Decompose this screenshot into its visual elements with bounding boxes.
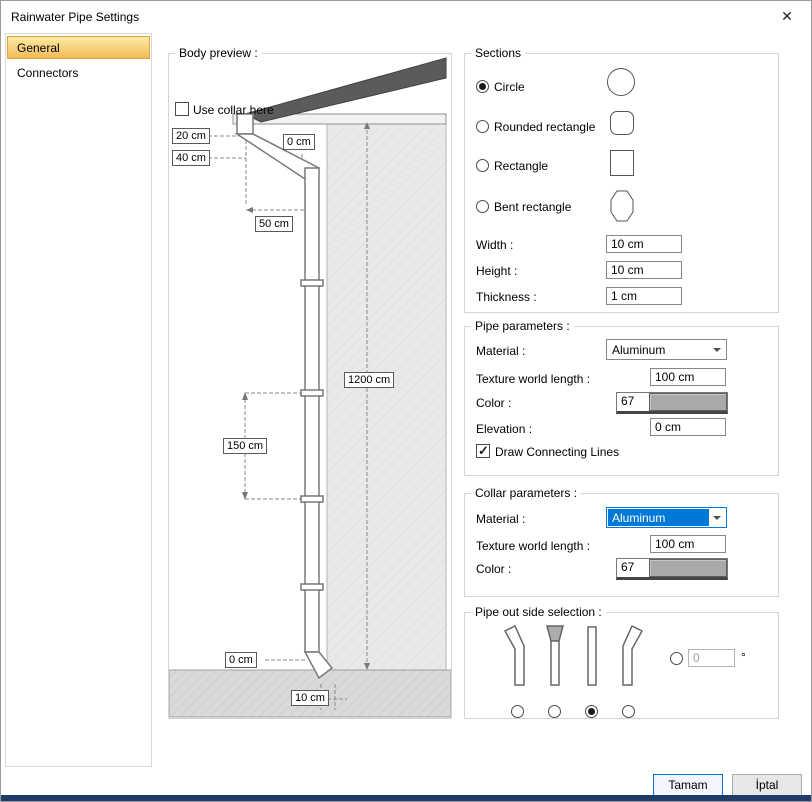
ok-button[interactable]: Tamam xyxy=(653,774,723,797)
section-circle-radio[interactable] xyxy=(476,80,489,93)
pipe-color-value: 67 xyxy=(617,393,649,411)
width-label: Width : xyxy=(476,238,513,252)
section-bent-rectangle-label: Bent rectangle xyxy=(494,200,571,214)
sections-group: Sections Circle Rounded rectangle Rectan… xyxy=(464,53,779,313)
title-bar: Rainwater Pipe Settings ✕ xyxy=(1,1,811,31)
collar-color-picker[interactable]: 67 xyxy=(616,558,728,580)
elevation-label: Elevation : xyxy=(476,422,532,436)
section-rectangle-radio[interactable] xyxy=(476,159,489,172)
pipe-texture-field[interactable]: 100 cm xyxy=(650,368,726,386)
collar-color-label: Color : xyxy=(476,562,511,576)
collar-parameters-label: Collar parameters : xyxy=(471,486,581,500)
dim-bottom-offset: 0 cm xyxy=(225,652,257,668)
height-label: Height : xyxy=(476,264,517,278)
rounded-rectangle-shape-icon xyxy=(610,111,634,135)
draw-connecting-lines-checkbox[interactable] xyxy=(476,444,490,458)
dim-top-offset: 0 cm xyxy=(283,134,315,150)
pipe-parameters-group: Pipe parameters : Material : Aluminum Te… xyxy=(464,326,779,476)
dim-neck-width: 50 cm xyxy=(255,216,293,232)
collar-texture-field[interactable]: 100 cm xyxy=(650,535,726,553)
chevron-down-icon xyxy=(713,348,721,352)
section-rectangle-label: Rectangle xyxy=(494,159,548,173)
use-collar-label: Use collar here xyxy=(193,103,274,117)
pipe-color-swatch xyxy=(649,393,727,411)
pipe-parameters-label: Pipe parameters : xyxy=(471,319,574,333)
collar-material-label: Material : xyxy=(476,512,525,526)
pipe-straight-radio[interactable] xyxy=(585,705,598,718)
dim-ground-clearance: 10 cm xyxy=(291,690,329,706)
pipe-texture-label: Texture world length : xyxy=(476,372,590,386)
dim-segment-length: 150 cm xyxy=(223,438,267,454)
pipe-material-dropdown[interactable]: Aluminum xyxy=(606,339,727,360)
dim-neck-drop: 40 cm xyxy=(172,150,210,166)
dim-pipe-height: 1200 cm xyxy=(344,372,394,388)
section-rounded-rectangle-radio[interactable] xyxy=(476,120,489,133)
collar-material-value: Aluminum xyxy=(608,509,709,526)
body-preview-label: Body preview : xyxy=(175,46,262,60)
circle-shape-icon xyxy=(607,68,635,96)
section-circle-label: Circle xyxy=(494,80,525,94)
section-bent-rectangle-radio[interactable] xyxy=(476,200,489,213)
thickness-label: Thickness : xyxy=(476,290,537,304)
pipe-out-left-icon xyxy=(502,623,534,689)
close-icon[interactable]: ✕ xyxy=(769,3,805,29)
dialog-title: Rainwater Pipe Settings xyxy=(11,10,139,24)
collar-parameters-group: Collar parameters : Material : Aluminum … xyxy=(464,493,779,597)
collar-material-dropdown[interactable]: Aluminum xyxy=(606,507,727,528)
use-collar-checkbox[interactable] xyxy=(175,102,189,116)
pipe-collar-top-radio[interactable] xyxy=(548,705,561,718)
sidebar-item-connectors[interactable]: Connectors xyxy=(7,61,150,84)
rectangle-shape-icon xyxy=(610,150,634,176)
sections-label: Sections xyxy=(471,46,525,60)
sidebar: General Connectors xyxy=(5,33,152,767)
thickness-field[interactable]: 1 cm xyxy=(606,287,682,305)
collar-texture-label: Texture world length : xyxy=(476,539,590,553)
chevron-down-icon xyxy=(713,516,721,520)
elevation-field[interactable]: 0 cm xyxy=(650,418,726,436)
pipe-angle-field[interactable]: 0 xyxy=(688,649,735,667)
sidebar-item-general[interactable]: General xyxy=(7,36,150,59)
height-field[interactable]: 10 cm xyxy=(606,261,682,279)
pipe-out-side-group: Pipe out side selection : 0 ° xyxy=(464,612,779,719)
pipe-angle-radio[interactable] xyxy=(670,652,683,665)
pipe-straight-icon xyxy=(576,623,608,689)
pipe-collar-top-icon xyxy=(539,623,571,689)
bottom-edge-bar xyxy=(1,795,811,801)
pipe-color-picker[interactable]: 67 xyxy=(616,392,728,414)
draw-connecting-lines-label: Draw Connecting Lines xyxy=(495,445,619,459)
pipe-out-right-radio[interactable] xyxy=(622,705,635,718)
width-field[interactable]: 10 cm xyxy=(606,235,682,253)
bent-rectangle-shape-icon xyxy=(610,190,634,222)
pipe-preview-drawing xyxy=(169,54,451,718)
pipe-out-left-radio[interactable] xyxy=(511,705,524,718)
pipe-out-right-icon xyxy=(613,623,645,689)
cancel-button[interactable]: İptal xyxy=(732,774,802,797)
collar-color-swatch xyxy=(649,559,727,577)
pipe-color-label: Color : xyxy=(476,396,511,410)
degree-symbol: ° xyxy=(741,650,746,664)
pipe-out-side-label: Pipe out side selection : xyxy=(471,605,606,619)
pipe-material-label: Material : xyxy=(476,344,525,358)
section-rounded-rectangle-label: Rounded rectangle xyxy=(494,120,595,134)
body-preview-group: Body preview : xyxy=(168,53,452,719)
rainwater-pipe-settings-dialog: Rainwater Pipe Settings ✕ General Connec… xyxy=(0,0,812,802)
collar-color-value: 67 xyxy=(617,559,649,577)
dim-gutter-depth: 20 cm xyxy=(172,128,210,144)
pipe-material-value: Aluminum xyxy=(608,341,709,358)
